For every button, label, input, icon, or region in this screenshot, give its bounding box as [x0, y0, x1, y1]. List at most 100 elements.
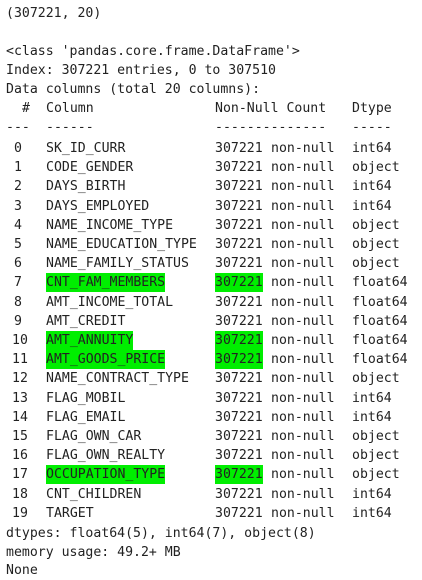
row-index: 17 — [12, 467, 28, 483]
notebook-cell-output: (307221, 20) <class 'pandas.core.frame.D… — [0, 0, 422, 580]
dtype-value: float64 — [352, 313, 408, 329]
table-row: 15 FLAG_OWN_CAR 307221 non-null object — [0, 427, 422, 446]
dtype-value: object — [352, 467, 400, 483]
column-name: AMT_CREDIT — [46, 313, 126, 329]
row-index: 12 — [12, 371, 28, 387]
non-null-count: 307221 — [215, 294, 263, 310]
column-name: CNT_CHILDREN — [46, 486, 142, 502]
table-row: 14 FLAG_EMAIL 307221 non-null int64 — [0, 408, 422, 427]
row-index: 1 — [14, 160, 22, 176]
row-index: 18 — [12, 486, 28, 502]
column-name: CODE_GENDER — [46, 160, 134, 176]
non-null-count: 307221 — [215, 409, 263, 425]
table-row: 5 NAME_EDUCATION_TYPE 307221 non-null object — [0, 235, 422, 254]
non-null-count: 307221 — [215, 179, 263, 195]
non-null-count: 307221 — [215, 256, 263, 272]
row-index: 7 — [14, 275, 22, 291]
row-index: 4 — [14, 217, 22, 233]
non-null-count: 307221 — [215, 273, 263, 293]
non-null-count: 307221 — [215, 486, 263, 502]
column-name: FLAG_OWN_REALTY — [46, 448, 166, 464]
column-name: CNT_FAM_MEMBERS — [46, 273, 166, 293]
data-columns-line: Data columns (total 20 columns): — [6, 82, 261, 97]
non-null-count: 307221 — [215, 141, 263, 156]
class-line: <class 'pandas.core.frame.DataFrame'> — [6, 44, 300, 59]
non-null-count: 307221 — [215, 390, 263, 406]
non-null-count: 307221 — [215, 448, 263, 464]
column-name: FLAG_OWN_CAR — [46, 429, 142, 444]
table-row: 13 FLAG_MOBIL 307221 non-null int64 — [0, 389, 422, 408]
non-null-label: non-null — [271, 505, 335, 521]
dtype-value: float64 — [352, 333, 408, 348]
non-null-count: 307221 — [215, 237, 263, 252]
non-null-count: 307221 — [215, 313, 263, 329]
table-row: 11 AMT_GOODS_PRICE 307221 non-null float64 — [0, 350, 422, 370]
column-name: AMT_GOODS_PRICE — [46, 350, 166, 370]
dtype-value: object — [352, 429, 400, 444]
table-row: 4 NAME_INCOME_TYPE 307221 non-null object — [0, 216, 422, 235]
table-row: 9 AMT_CREDIT 307221 non-null float64 — [0, 312, 422, 331]
column-name: NAME_INCOME_TYPE — [46, 217, 174, 233]
dtype-value: object — [352, 217, 400, 233]
non-null-label: non-null — [271, 486, 335, 502]
shape-output: (307221, 20) — [6, 6, 102, 21]
non-null-count: 307221 — [215, 350, 263, 370]
column-name: FLAG_EMAIL — [46, 409, 126, 425]
header-non-null-count: Non-Null Count — [215, 101, 327, 116]
table-row: 17 OCCUPATION_TYPE 307221 non-null object — [0, 465, 422, 485]
non-null-label: non-null — [271, 217, 335, 233]
table-row: 7 CNT_FAM_MEMBERS 307221 non-null float64 — [0, 273, 422, 293]
none-line: None — [6, 563, 38, 578]
non-null-count: 307221 — [215, 160, 263, 176]
header-dtype: Dtype — [352, 101, 392, 116]
memory-usage-line: memory usage: 49.2+ MB — [6, 545, 181, 560]
table-row: 0 SK_ID_CURR 307221 non-null int64 — [0, 139, 422, 158]
row-index: 5 — [14, 237, 22, 252]
non-null-count: 307221 — [215, 505, 263, 521]
separator-count: -------------- — [215, 120, 327, 135]
column-name: TARGET — [46, 505, 94, 521]
table-row: 1 CODE_GENDER 307221 non-null object — [0, 158, 422, 177]
non-null-count: 307221 — [215, 371, 263, 387]
dtype-value: float64 — [352, 294, 408, 310]
table-row: 2 DAYS_BIRTH 307221 non-null int64 — [0, 177, 422, 196]
column-name: NAME_EDUCATION_TYPE — [46, 237, 197, 252]
table-row: 6 NAME_FAMILY_STATUS 307221 non-null object — [0, 254, 422, 273]
non-null-label: non-null — [271, 237, 335, 252]
row-index: 6 — [14, 256, 22, 272]
header-column: Column — [46, 101, 94, 116]
dtype-value: int64 — [352, 179, 392, 195]
non-null-label: non-null — [271, 352, 335, 368]
row-index: 8 — [14, 294, 22, 310]
column-name: NAME_CONTRACT_TYPE — [46, 371, 189, 387]
column-name: DAYS_BIRTH — [46, 179, 126, 195]
non-null-label: non-null — [271, 448, 335, 464]
dtype-value: object — [352, 371, 400, 387]
dtype-value: int64 — [352, 409, 392, 425]
row-index: 11 — [12, 352, 28, 368]
non-null-label: non-null — [271, 256, 335, 272]
non-null-label: non-null — [271, 294, 335, 310]
table-row: 12 NAME_CONTRACT_TYPE 307221 non-null object — [0, 369, 422, 388]
column-name: SK_ID_CURR — [46, 141, 126, 156]
non-null-label: non-null — [271, 313, 335, 329]
dtype-value: object — [352, 256, 400, 272]
table-row: 3 DAYS_EMPLOYED 307221 non-null int64 — [0, 197, 422, 216]
dtype-value: int64 — [352, 198, 392, 214]
non-null-label: non-null — [271, 467, 335, 483]
non-null-label: non-null — [271, 429, 335, 444]
non-null-label: non-null — [271, 371, 335, 387]
non-null-label: non-null — [271, 390, 335, 406]
row-index: 13 — [12, 390, 28, 406]
dtypes-line: dtypes: float64(5), int64(7), object(8) — [6, 526, 316, 541]
row-index: 16 — [12, 448, 28, 464]
column-name: NAME_FAMILY_STATUS — [46, 256, 189, 272]
separator-dtype: ----- — [352, 120, 392, 135]
dtype-value: object — [352, 160, 400, 176]
row-index: 15 — [12, 429, 28, 444]
row-index: 0 — [14, 141, 22, 156]
dtype-value: object — [352, 448, 400, 464]
header-num: # — [14, 101, 30, 116]
table-row: 18 CNT_CHILDREN 307221 non-null int64 — [0, 485, 422, 504]
dtype-value: int64 — [352, 505, 392, 521]
